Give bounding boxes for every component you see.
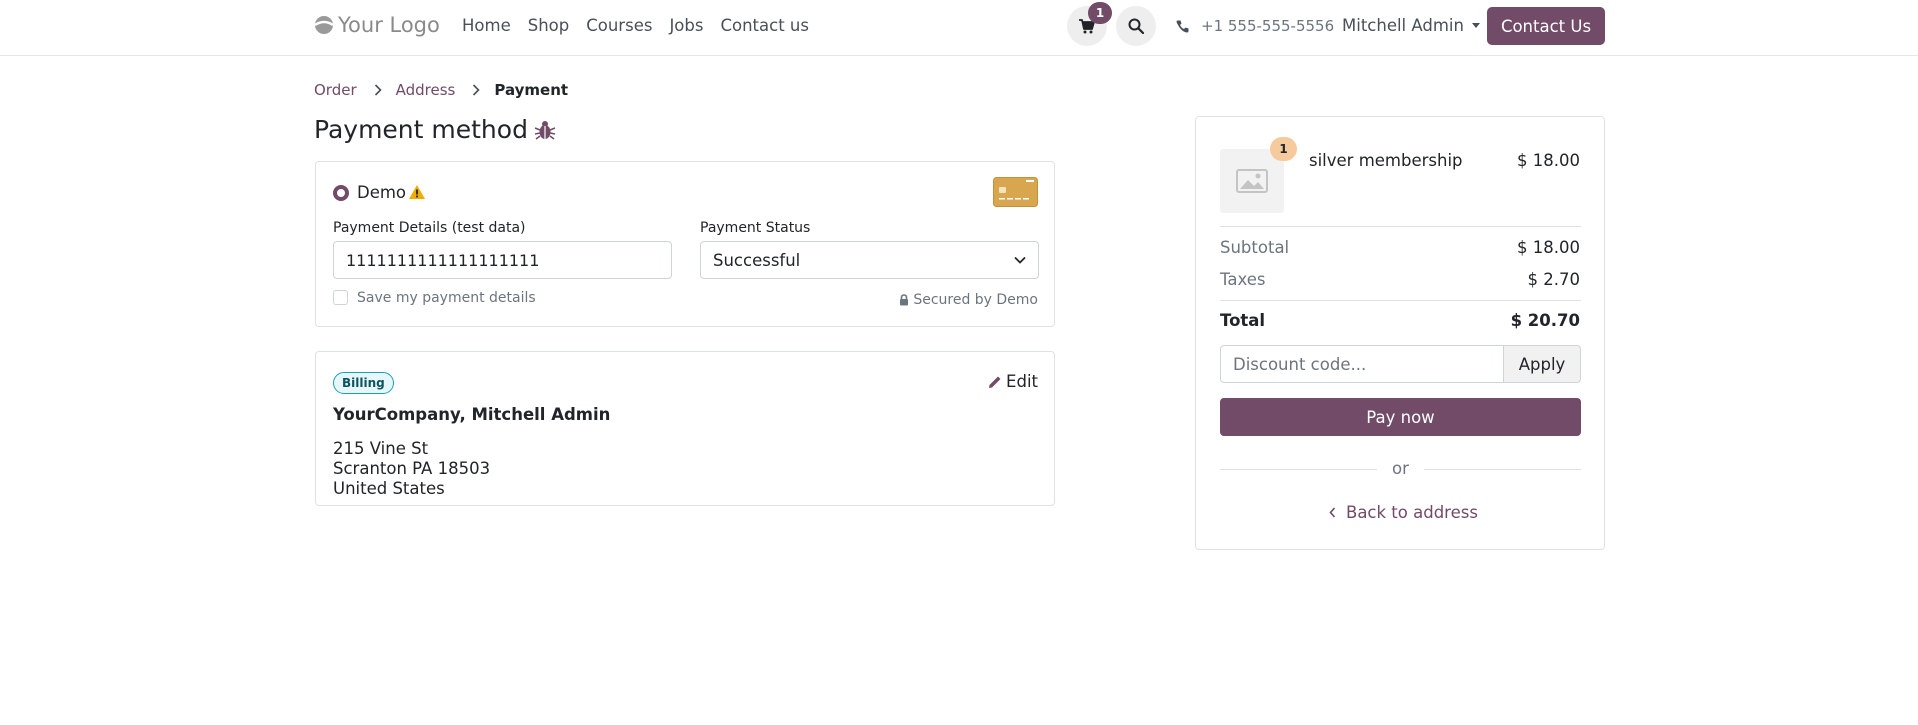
divider [1424, 469, 1581, 470]
cart-count-badge: 1 [1088, 2, 1112, 24]
search-button[interactable] [1116, 6, 1156, 46]
subtotal-label: Subtotal [1220, 238, 1290, 257]
divider [1220, 469, 1377, 470]
divider [1220, 300, 1581, 301]
contact-us-button[interactable]: Contact Us [1487, 7, 1605, 45]
phone-link[interactable]: +1 555-555-5556 [1176, 17, 1334, 35]
breadcrumb-order[interactable]: Order [314, 81, 357, 99]
or-separator: or [1392, 459, 1409, 478]
edit-label: Edit [1006, 372, 1038, 391]
nav-shop[interactable]: Shop [528, 16, 570, 35]
provider-name: Demo [357, 183, 407, 202]
secured-by: Secured by Demo [899, 292, 1038, 308]
payment-provider-radio[interactable] [333, 185, 349, 201]
credit-card-icon [993, 177, 1038, 207]
payment-status-value: Successful [713, 250, 801, 270]
taxes-label: Taxes [1220, 270, 1266, 289]
search-icon [1128, 18, 1144, 34]
card-number-input[interactable] [333, 241, 672, 279]
billing-address-line1: 215 Vine St [333, 439, 429, 458]
chevron-right-icon [374, 84, 382, 96]
image-placeholder-icon [1236, 169, 1268, 193]
subtotal-value: $ 18.00 [1517, 238, 1580, 257]
secured-text: Secured by Demo [913, 292, 1038, 308]
chevron-down-icon [1471, 23, 1480, 28]
breadcrumb-address[interactable]: Address [396, 81, 456, 99]
chevron-right-icon [472, 84, 481, 96]
billing-address-card: Billing Edit YourCompany, Mitchell Admin… [315, 351, 1055, 506]
order-summary-card: 1 silver membership $ 18.00 Subtotal $ 1… [1195, 116, 1605, 550]
discount-code-input[interactable] [1220, 345, 1504, 383]
nav-jobs[interactable]: Jobs [669, 16, 703, 35]
taxes-value: $ 2.70 [1527, 270, 1580, 289]
product-price: $ 18.00 [1517, 151, 1580, 170]
breadcrumb-payment: Payment [494, 81, 569, 99]
payment-status-select[interactable]: Successful [700, 241, 1039, 279]
billing-company: YourCompany, Mitchell Admin [333, 405, 611, 424]
pay-now-button[interactable]: Pay now [1220, 398, 1581, 436]
nav-contact-us[interactable]: Contact us [720, 16, 809, 35]
logo-text: Your Logo [338, 13, 440, 37]
main-nav: Home Shop Courses Jobs Contact us [462, 16, 809, 35]
save-payment-label[interactable]: Save my payment details [357, 290, 536, 306]
product-quantity-badge: 1 [1270, 137, 1297, 161]
edit-billing-link[interactable]: Edit [988, 372, 1038, 391]
pencil-icon [989, 376, 1001, 388]
back-to-address-link[interactable]: Back to address [1329, 503, 1478, 522]
chevron-down-icon [1014, 256, 1026, 264]
back-label: Back to address [1346, 503, 1478, 522]
total-label: Total [1220, 311, 1266, 330]
billing-badge: Billing [333, 372, 394, 394]
page-title-text: Payment method [314, 115, 528, 144]
chevron-left-icon [1329, 507, 1336, 518]
divider [1220, 226, 1581, 227]
site-header: Your Logo Home Shop Courses Jobs Contact… [0, 0, 1918, 56]
checkout-breadcrumb: Order Address Payment [314, 81, 568, 99]
billing-address-line2: Scranton PA 18503 [333, 459, 491, 478]
site-logo[interactable]: Your Logo [314, 13, 440, 37]
nav-courses[interactable]: Courses [586, 16, 652, 35]
payment-status-label: Payment Status [700, 220, 811, 236]
phone-icon [1176, 20, 1189, 32]
nav-home[interactable]: Home [462, 16, 511, 35]
payment-details-label: Payment Details (test data) [333, 220, 526, 236]
page-title: Payment method [314, 115, 556, 144]
total-value: $ 20.70 [1510, 311, 1580, 330]
phone-number: +1 555-555-5556 [1201, 17, 1335, 35]
product-name: silver membership [1309, 151, 1463, 170]
user-name: Mitchell Admin [1342, 16, 1464, 35]
lock-icon [900, 294, 909, 306]
save-payment-checkbox[interactable] [333, 290, 348, 305]
logo-mark-icon [314, 16, 334, 34]
apply-discount-button[interactable]: Apply [1503, 345, 1581, 383]
payment-method-card: Demo Payment Details (test data) Payment… [315, 161, 1055, 327]
bug-icon[interactable] [534, 119, 556, 141]
user-menu[interactable]: Mitchell Admin [1342, 16, 1480, 35]
billing-address-line3: United States [333, 479, 445, 498]
warning-icon [409, 185, 425, 199]
